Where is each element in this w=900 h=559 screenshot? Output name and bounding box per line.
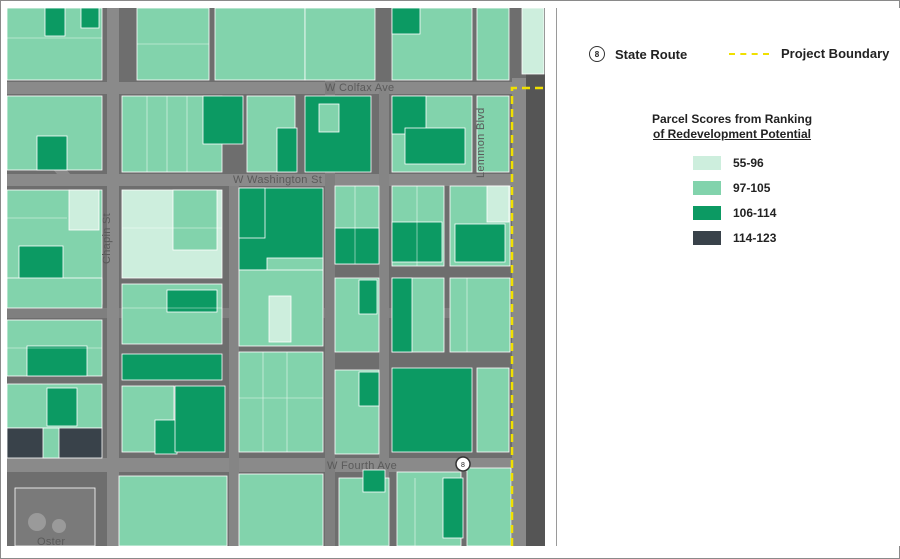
legend-class-label: 55-96 [733,156,764,170]
street-label-oster: Oster [37,536,66,546]
legend-class-label: 97-105 [733,181,771,195]
legend-class-label: 106-114 [733,206,777,220]
legend-class-label: 114-123 [733,231,777,245]
legend-class-4: 114-123 [693,231,776,245]
street-label-w-washington: W Washington St [233,174,323,186]
map-legend: 8 State Route Project Boundary Parcel Sc… [556,8,900,546]
parcel-map[interactable]: 8 W Colfax Ave W Washington St Lemmon Bl… [7,8,545,546]
legend-class-1: 55-96 [693,156,764,170]
map-figure: 8 W Colfax Ave W Washington St Lemmon Bl… [0,0,900,559]
legend-project-boundary: Project Boundary [729,46,889,61]
legend-state-route-label: State Route [615,46,688,62]
legend-title-line2: of Redevelopment Potential [652,127,812,141]
street-label-lemmon: Lemmon Blvd [475,107,487,178]
legend-class-3: 106-114 [693,206,776,220]
street-label-chapin: Chapin St [101,212,113,264]
dashed-line-icon [729,52,769,55]
legend-swatch [693,206,721,220]
legend-class-2: 97-105 [693,181,770,195]
svg-text:8: 8 [461,462,465,469]
street-label-w-colfax: W Colfax Ave [325,82,395,94]
legend-swatch [693,156,721,170]
legend-project-boundary-label: Project Boundary [781,46,890,61]
legend-swatch [693,181,721,195]
state-route-shield-icon: 8 [589,46,605,62]
street-label-w-fourth: W Fourth Ave [327,460,398,472]
parcel-map-canvas: 8 [7,8,545,546]
legend-swatch [693,231,721,245]
legend-title: Parcel Scores from Ranking of Redevelopm… [597,112,867,142]
legend-title-line1: Parcel Scores from Ranking [651,112,813,126]
legend-state-route: 8 State Route [589,46,687,62]
